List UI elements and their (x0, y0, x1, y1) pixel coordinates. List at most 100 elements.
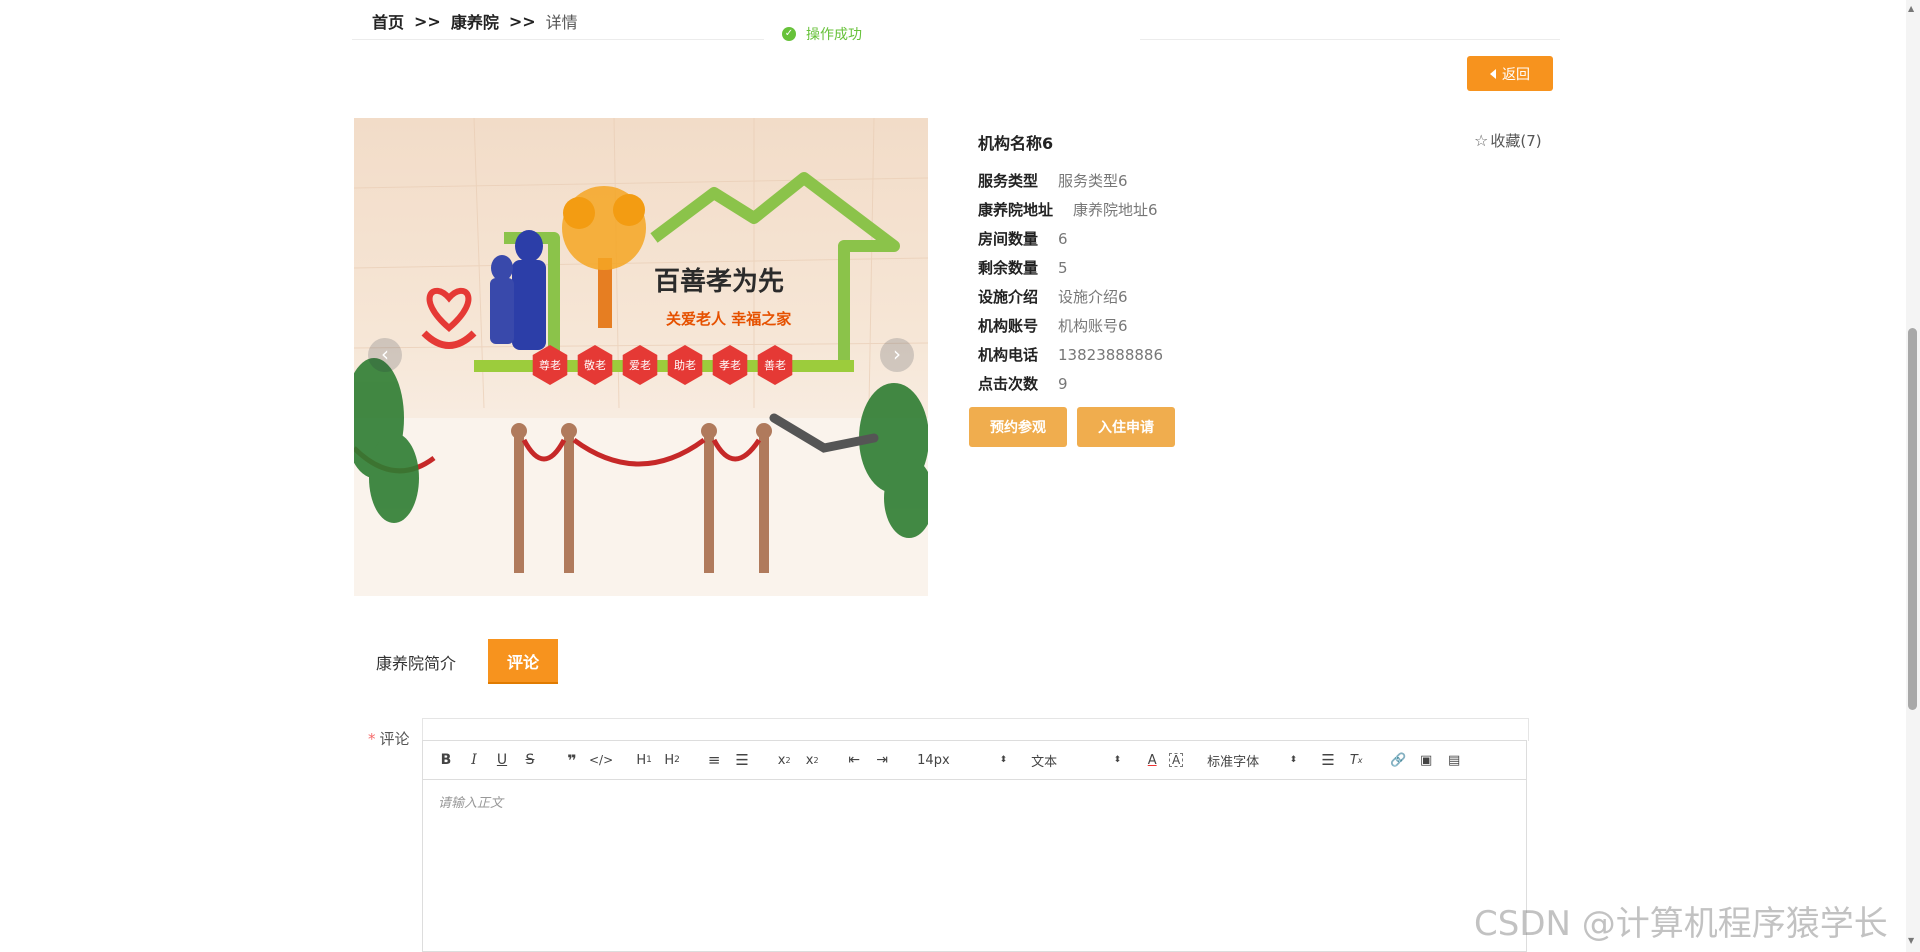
detail-value: 13823888886 (1058, 345, 1163, 364)
header-value: 文本 (1031, 754, 1058, 770)
chevron-updown-icon: ⬍ (1113, 755, 1122, 765)
breadcrumb-section[interactable]: 康养院 (451, 9, 499, 33)
background-color-icon[interactable]: A (1169, 753, 1184, 767)
badge-label: 敬老 (584, 359, 606, 372)
favorite-label: 收藏(7) (1490, 132, 1542, 150)
breadcrumb: 首页 >> 康养院 >> 详情 (372, 8, 578, 34)
detail-key: 服务类型 (978, 172, 1039, 190)
tab-comments[interactable]: 评论 (488, 639, 558, 684)
breadcrumb-divider (352, 39, 764, 40)
scrollbar-thumb[interactable] (1908, 328, 1917, 710)
image-carousel[interactable]: 百善孝为先 关爱老人 幸福之家 尊老 敬老 爱老 助老 孝老 善老 ‹ › (354, 118, 928, 596)
detail-value: 5 (1058, 258, 1068, 277)
detail-key: 康养院地址 (978, 201, 1054, 219)
link-icon[interactable]: 🔗 (1387, 748, 1409, 772)
comment-label-text: 评论 (379, 730, 410, 748)
ordered-list-icon[interactable]: ≡ (703, 748, 725, 772)
badge-label: 助老 (674, 358, 696, 372)
carousel-next-button[interactable]: › (880, 338, 914, 372)
italic-icon[interactable]: I (463, 748, 485, 772)
outdent-icon[interactable]: ⇤ (843, 748, 865, 772)
check-circle-icon: ✓ (782, 27, 796, 41)
back-button-label: 返回 (1502, 66, 1530, 83)
strikethrough-icon[interactable]: S (519, 748, 541, 772)
code-block-icon[interactable]: </> (589, 748, 613, 772)
detail-row: 房间数量 6 (978, 224, 1163, 253)
detail-row: 机构电话 13823888886 (978, 340, 1163, 369)
detail-value: 9 (1058, 374, 1068, 393)
editor-frame (422, 718, 1529, 741)
back-button[interactable]: 返回 (1467, 56, 1553, 91)
required-mark: * (368, 730, 376, 748)
detail-row: 剩余数量 5 (978, 253, 1163, 282)
tab-intro[interactable]: 康养院简介 (376, 650, 456, 674)
chevron-updown-icon: ⬍ (1289, 755, 1298, 765)
clear-format-icon[interactable]: Tx (1345, 748, 1367, 772)
detail-key: 机构账号 (978, 317, 1039, 335)
detail-row: 点击次数 9 (978, 369, 1163, 398)
breadcrumb-current: 详情 (545, 13, 578, 32)
scroll-up-arrow-icon[interactable]: ▲ (1908, 4, 1918, 13)
heading-2-icon[interactable]: H2 (661, 748, 683, 772)
detail-key: 房间数量 (978, 230, 1039, 248)
carousel-image: 百善孝为先 关爱老人 幸福之家 尊老 敬老 爱老 助老 孝老 善老 (354, 118, 928, 596)
detail-key: 机构电话 (978, 346, 1039, 364)
font-color-icon[interactable]: A (1141, 748, 1163, 772)
badge-label: 尊老 (539, 358, 561, 372)
favorite-button[interactable]: ☆ 收藏(7) (1474, 130, 1542, 151)
detail-value: 机构账号6 (1058, 317, 1128, 335)
image-icon[interactable]: ▣ (1415, 748, 1437, 772)
superscript-icon[interactable]: x2 (801, 748, 823, 772)
detail-value: 6 (1058, 229, 1068, 248)
detail-value: 服务类型6 (1058, 172, 1128, 190)
detail-key: 设施介绍 (978, 288, 1039, 306)
reserve-visit-button[interactable]: 预约参观 (969, 407, 1067, 447)
success-toast: ✓ 操作成功 (782, 24, 862, 44)
underline-icon[interactable]: U (491, 748, 513, 772)
subtitle-text: 关爱老人 幸福之家 (666, 310, 791, 328)
heading-1-icon[interactable]: H1 (633, 748, 655, 772)
detail-row: 设施介绍 设施介绍6 (978, 282, 1163, 311)
blockquote-icon[interactable]: ❞ (561, 748, 583, 772)
comment-label: * 评论 (368, 728, 410, 749)
align-icon[interactable]: ☰ (1317, 748, 1339, 772)
detail-value: 康养院地址6 (1073, 201, 1158, 219)
toast-message: 操作成功 (806, 27, 862, 43)
carousel-prev-button[interactable]: ‹ (368, 338, 402, 372)
breadcrumb-home[interactable]: 首页 (372, 9, 404, 33)
font-size-value: 14px (917, 752, 950, 768)
video-icon[interactable]: ▤ (1443, 748, 1465, 772)
breadcrumb-separator: >> (414, 11, 441, 31)
caret-left-icon (1490, 68, 1496, 79)
font-family-select[interactable]: 标准字体 ⬍ (1207, 751, 1297, 770)
bullet-list-icon[interactable]: ☰ (731, 748, 753, 772)
star-outline-icon: ☆ (1474, 131, 1489, 150)
chevron-updown-icon: ⬍ (999, 755, 1008, 765)
detail-value: 设施介绍6 (1058, 288, 1128, 306)
font-family-value: 标准字体 (1207, 754, 1260, 770)
editor-placeholder: 请输入正文 (438, 796, 504, 811)
apply-checkin-button[interactable]: 入住申请 (1077, 407, 1175, 447)
detail-key: 剩余数量 (978, 259, 1039, 277)
detail-row: 机构账号 机构账号6 (978, 311, 1163, 340)
watermark: CSDN @计算机程序猿学长 (1474, 904, 1888, 944)
breadcrumb-divider (1140, 39, 1560, 40)
scroll-down-arrow-icon[interactable]: ▼ (1908, 936, 1918, 946)
slogan-text: 百善孝为先 (654, 266, 784, 297)
badge-label: 孝老 (719, 359, 741, 372)
breadcrumb-separator: >> (508, 11, 536, 31)
institution-details: 服务类型 服务类型6 康养院地址 康养院地址6 房间数量 6 剩余数量 5 设施… (978, 166, 1163, 398)
subscript-icon[interactable]: x2 (773, 748, 795, 772)
badge-label: 善老 (764, 358, 786, 372)
indent-icon[interactable]: ⇥ (871, 748, 893, 772)
comment-editor[interactable] (422, 780, 1527, 952)
institution-name: 机构名称6 (978, 134, 1054, 153)
bold-icon[interactable]: B (435, 748, 457, 772)
detail-key: 点击次数 (978, 375, 1039, 393)
editor-toolbar: B I U S ❞ </> H1 H2 ≡ ☰ x2 x2 ⇤ ⇥ 14px ⬍… (422, 740, 1527, 780)
font-size-select[interactable]: 14px ⬍ (917, 753, 1007, 768)
badge-label: 爱老 (629, 359, 651, 372)
header-select[interactable]: 文本 ⬍ (1031, 751, 1121, 770)
detail-row: 服务类型 服务类型6 (978, 166, 1163, 195)
detail-row: 康养院地址 康养院地址6 (978, 195, 1163, 224)
